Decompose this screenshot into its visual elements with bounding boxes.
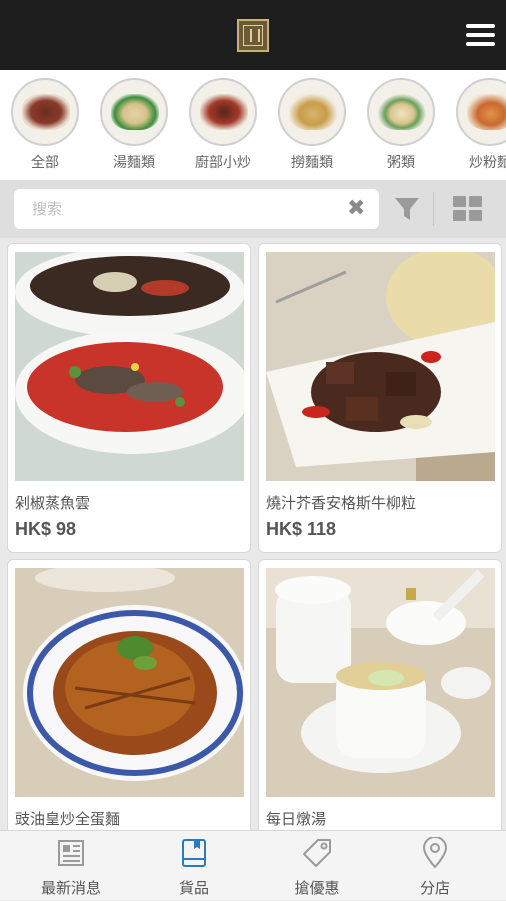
category-thumbnail xyxy=(456,78,506,146)
bottom-navigation: 最新消息 貨品 搶優惠 分店 xyxy=(0,830,506,900)
category-thumbnail xyxy=(11,78,79,146)
nav-branches[interactable]: 分店 xyxy=(372,831,498,901)
product-price: HK$ 98 xyxy=(15,519,77,539)
product-image xyxy=(15,568,244,797)
category-label: 全部 xyxy=(31,155,59,171)
category-strip: 全部 湯麵類 廚部小炒 撈麵類 粥類 炒粉麵 xyxy=(0,70,506,180)
category-label: 粥類 xyxy=(387,155,415,171)
filter-icon[interactable] xyxy=(393,196,421,222)
nav-label: 最新消息 xyxy=(40,879,101,897)
category-label: 炒粉麵 xyxy=(469,155,506,171)
product-grid: 剁椒蒸魚雲 HK$ 98 燒汁芥香安格斯牛柳粒 HK$ 118 豉油皇炒全蛋麵 … xyxy=(0,238,506,830)
nav-label: 貨品 xyxy=(178,879,209,897)
category-thumbnail xyxy=(367,78,435,146)
app-header xyxy=(0,0,506,70)
news-icon xyxy=(55,837,87,869)
hamburger-menu-icon[interactable] xyxy=(466,22,496,48)
grid-view-icon[interactable] xyxy=(453,196,483,222)
nav-products[interactable]: 貨品 xyxy=(131,831,257,901)
book-icon xyxy=(178,837,210,869)
product-card[interactable]: 剁椒蒸魚雲 HK$ 98 xyxy=(7,243,251,553)
category-all[interactable]: 全部 xyxy=(5,78,85,178)
tag-icon xyxy=(301,837,333,869)
nav-deals[interactable]: 搶優惠 xyxy=(254,831,380,901)
restaurant-logo-icon[interactable] xyxy=(237,19,269,52)
product-image xyxy=(15,252,244,481)
product-name: 豉油皇炒全蛋麵 xyxy=(15,810,121,828)
product-name: 每日燉湯 xyxy=(266,810,327,828)
category-label: 湯麵類 xyxy=(113,155,155,171)
product-card[interactable]: 燒汁芥香安格斯牛柳粒 HK$ 118 xyxy=(258,243,502,553)
search-toolbar: ✖ xyxy=(0,180,506,238)
divider xyxy=(433,192,434,226)
product-name: 燒汁芥香安格斯牛柳粒 xyxy=(266,494,417,512)
category-label: 撈麵類 xyxy=(291,155,333,171)
product-image xyxy=(266,252,495,481)
nav-label: 分店 xyxy=(419,879,450,897)
close-icon[interactable]: ✖ xyxy=(347,198,365,220)
category-kitchen-stir-fry[interactable]: 廚部小炒 xyxy=(183,78,263,178)
category-soup-noodles[interactable]: 湯麵類 xyxy=(94,78,174,178)
category-thumbnail xyxy=(189,78,257,146)
nav-news[interactable]: 最新消息 xyxy=(8,831,134,901)
search-box: ✖ xyxy=(14,189,379,229)
product-price: HK$ 118 xyxy=(266,519,337,539)
product-name: 剁椒蒸魚雲 xyxy=(15,494,91,512)
product-image xyxy=(266,568,495,797)
location-pin-icon xyxy=(419,836,451,869)
product-card[interactable]: 每日燉湯 xyxy=(258,559,502,830)
category-thumbnail xyxy=(100,78,168,146)
category-congee[interactable]: 粥類 xyxy=(361,78,441,178)
category-tossed-noodles[interactable]: 撈麵類 xyxy=(272,78,352,178)
nav-label: 搶優惠 xyxy=(294,879,340,897)
product-card[interactable]: 豉油皇炒全蛋麵 xyxy=(7,559,251,830)
category-fried-noodles[interactable]: 炒粉麵 xyxy=(450,78,506,178)
category-thumbnail xyxy=(278,78,346,146)
search-input[interactable] xyxy=(14,189,334,229)
category-label: 廚部小炒 xyxy=(195,155,251,171)
